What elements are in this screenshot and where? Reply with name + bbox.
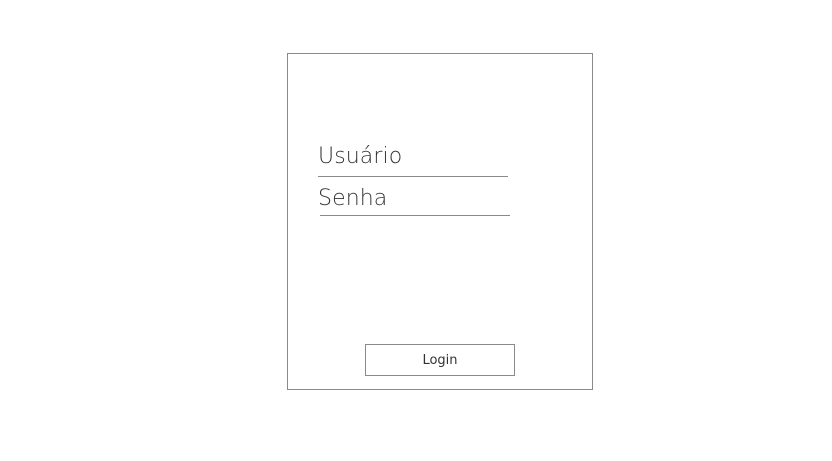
username-field[interactable]: [318, 176, 508, 177]
password-label: Senha: [318, 186, 388, 211]
password-field[interactable]: [320, 215, 510, 216]
username-label: Usuário: [318, 144, 403, 169]
login-card: Usuário Senha Login: [287, 53, 593, 390]
login-button[interactable]: Login: [365, 344, 515, 376]
